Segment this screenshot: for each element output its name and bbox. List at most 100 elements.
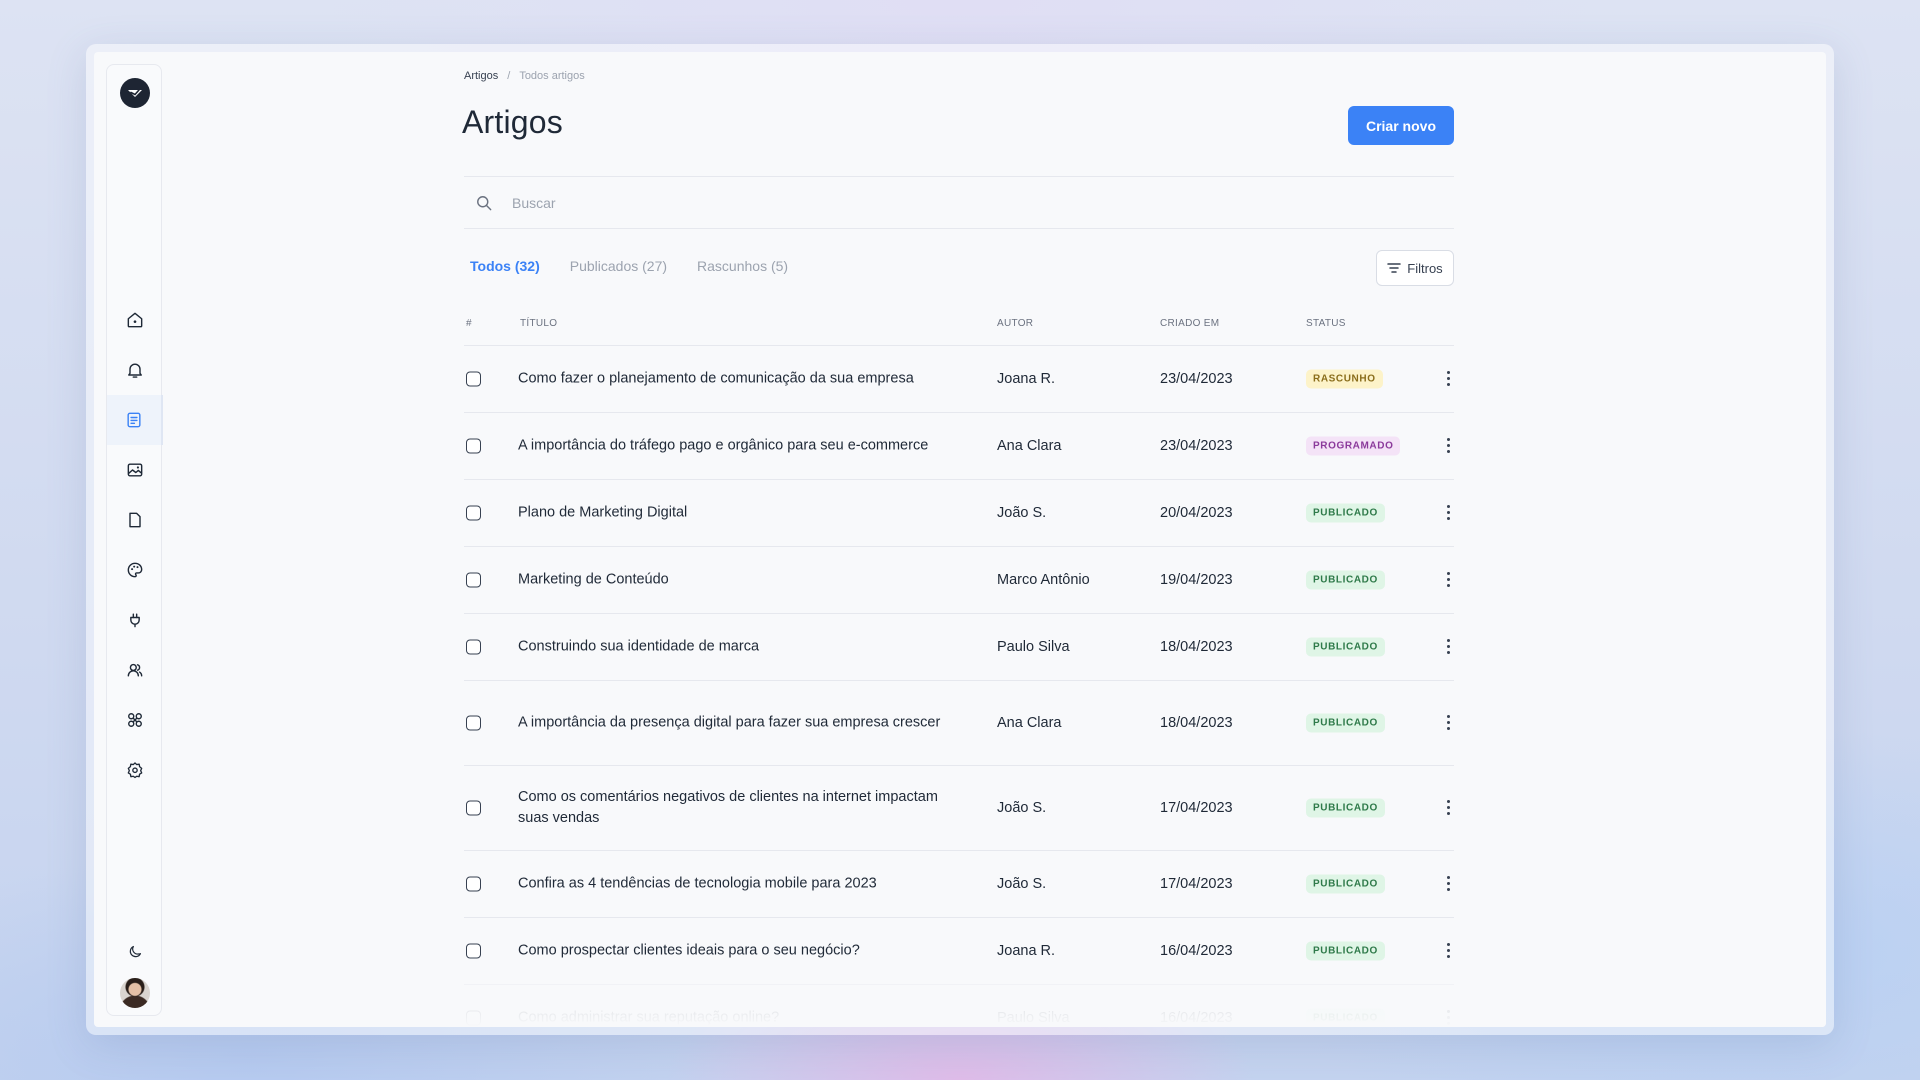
table-row[interactable]: Como administrar sua reputação online? P… bbox=[464, 985, 1454, 1027]
more-options-icon[interactable] bbox=[1446, 639, 1450, 655]
search-icon bbox=[477, 195, 492, 210]
filter-icon bbox=[1387, 263, 1402, 273]
status-badge: PROGRAMADO bbox=[1306, 436, 1401, 456]
row-title[interactable]: Confira as 4 tendências de tecnologia mo… bbox=[518, 874, 958, 895]
sidebar-item-home[interactable] bbox=[107, 295, 163, 345]
sidebar-item-media[interactable] bbox=[107, 445, 163, 495]
sidebar-item-pages[interactable] bbox=[107, 495, 163, 545]
row-title[interactable]: A importância do tráfego pago e orgânico… bbox=[518, 436, 958, 457]
users-icon bbox=[127, 663, 143, 677]
row-author: João S. bbox=[997, 876, 1047, 892]
filters-button[interactable]: Filtros bbox=[1376, 250, 1454, 286]
breadcrumb-root[interactable]: Artigos bbox=[464, 70, 498, 82]
status-badge: PUBLICADO bbox=[1306, 713, 1385, 733]
table-row[interactable]: Construindo sua identidade de marca Paul… bbox=[464, 614, 1454, 681]
more-options-icon[interactable] bbox=[1446, 505, 1450, 521]
status-badge: PUBLICADO bbox=[1306, 503, 1385, 523]
sidebar-item-tools[interactable] bbox=[107, 695, 163, 745]
sidebar-item-users[interactable] bbox=[107, 645, 163, 695]
row-date: 19/04/2023 bbox=[1160, 572, 1233, 588]
theme-toggle[interactable] bbox=[107, 933, 163, 969]
header-status[interactable]: STATUS bbox=[1306, 318, 1346, 329]
row-checkbox[interactable] bbox=[466, 1010, 481, 1026]
row-date: 17/04/2023 bbox=[1160, 800, 1233, 816]
row-date: 18/04/2023 bbox=[1160, 715, 1233, 731]
header-created[interactable]: CRIADO EM bbox=[1160, 318, 1219, 329]
sidebar-item-notifications[interactable] bbox=[107, 345, 163, 395]
row-author: Paulo Silva bbox=[997, 1010, 1070, 1026]
moon-icon bbox=[129, 945, 141, 957]
logo[interactable] bbox=[120, 78, 150, 108]
status-badge: PUBLICADO bbox=[1306, 570, 1385, 590]
row-title[interactable]: Plano de Marketing Digital bbox=[518, 503, 958, 524]
table-row[interactable]: Marketing de Conteúdo Marco Antônio 19/0… bbox=[464, 547, 1454, 614]
tools-icon bbox=[128, 713, 142, 727]
row-checkbox[interactable] bbox=[466, 639, 481, 655]
sidebar-item-settings[interactable] bbox=[107, 745, 163, 795]
table-row[interactable]: A importância da presença digital para f… bbox=[464, 681, 1454, 766]
row-title[interactable]: Como prospectar clientes ideais para o s… bbox=[518, 941, 958, 962]
more-options-icon[interactable] bbox=[1446, 371, 1450, 387]
row-date: 18/04/2023 bbox=[1160, 639, 1233, 655]
header-title[interactable]: TÍTULO bbox=[520, 318, 557, 329]
table-row[interactable]: A importância do tráfego pago e orgânico… bbox=[464, 413, 1454, 480]
tab-drafts[interactable]: Rascunhos (5) bbox=[697, 258, 788, 274]
tabs: Todos (32) Publicados (27) Rascunhos (5) bbox=[470, 258, 788, 274]
table-row[interactable]: Como fazer o planejamento de comunicação… bbox=[464, 346, 1454, 413]
more-options-icon[interactable] bbox=[1446, 1010, 1450, 1026]
app-window: Artigos / Todos artigos Artigos Criar no… bbox=[94, 52, 1826, 1027]
row-date: 16/04/2023 bbox=[1160, 1010, 1233, 1026]
row-title[interactable]: Marketing de Conteúdo bbox=[518, 570, 958, 591]
tab-published[interactable]: Publicados (27) bbox=[570, 258, 667, 274]
row-title[interactable]: Construindo sua identidade de marca bbox=[518, 637, 958, 658]
row-date: 20/04/2023 bbox=[1160, 505, 1233, 521]
row-author: Marco Antônio bbox=[997, 572, 1090, 588]
articles-icon bbox=[127, 412, 141, 428]
search-input[interactable] bbox=[512, 194, 1012, 211]
tab-all[interactable]: Todos (32) bbox=[470, 258, 540, 274]
row-title[interactable]: Como administrar sua reputação online? bbox=[518, 1008, 958, 1028]
table-row[interactable]: Como prospectar clientes ideais para o s… bbox=[464, 918, 1454, 985]
row-checkbox[interactable] bbox=[466, 371, 481, 387]
row-author: João S. bbox=[997, 505, 1047, 521]
more-options-icon[interactable] bbox=[1446, 876, 1450, 892]
row-title[interactable]: Como os comentários negativos de cliente… bbox=[518, 787, 958, 829]
more-options-icon[interactable] bbox=[1446, 943, 1450, 959]
row-title[interactable]: A importância da presença digital para f… bbox=[518, 713, 958, 734]
more-options-icon[interactable] bbox=[1446, 572, 1450, 588]
header-author[interactable]: AUTOR bbox=[997, 318, 1033, 329]
more-options-icon[interactable] bbox=[1446, 715, 1450, 731]
avatar[interactable] bbox=[120, 978, 150, 1008]
status-badge: PUBLICADO bbox=[1306, 874, 1385, 894]
row-checkbox[interactable] bbox=[466, 572, 481, 588]
media-icon bbox=[127, 463, 143, 477]
page-icon bbox=[129, 512, 141, 528]
status-badge: PUBLICADO bbox=[1306, 941, 1385, 961]
sidebar-item-articles[interactable] bbox=[107, 395, 163, 445]
row-author: Joana R. bbox=[997, 371, 1056, 387]
header-index: # bbox=[466, 318, 472, 329]
create-new-button[interactable]: Criar novo bbox=[1348, 106, 1454, 145]
row-checkbox[interactable] bbox=[466, 438, 481, 454]
row-date: 17/04/2023 bbox=[1160, 876, 1233, 892]
row-checkbox[interactable] bbox=[466, 943, 481, 959]
row-date: 23/04/2023 bbox=[1160, 438, 1233, 454]
table-row[interactable]: Como os comentários negativos de cliente… bbox=[464, 766, 1454, 851]
table-row[interactable]: Confira as 4 tendências de tecnologia mo… bbox=[464, 851, 1454, 918]
breadcrumb: Artigos / Todos artigos bbox=[464, 70, 585, 82]
sidebar bbox=[106, 64, 163, 1016]
row-checkbox[interactable] bbox=[466, 800, 481, 816]
row-title[interactable]: Como fazer o planejamento de comunicação… bbox=[518, 369, 958, 390]
sidebar-item-appearance[interactable] bbox=[107, 545, 163, 595]
row-date: 16/04/2023 bbox=[1160, 943, 1233, 959]
row-date: 23/04/2023 bbox=[1160, 371, 1233, 387]
table-row[interactable]: Plano de Marketing Digital João S. 20/04… bbox=[464, 480, 1454, 547]
more-options-icon[interactable] bbox=[1446, 438, 1450, 454]
row-checkbox[interactable] bbox=[466, 715, 481, 731]
page-title: Artigos bbox=[462, 104, 563, 140]
row-checkbox[interactable] bbox=[466, 505, 481, 521]
row-checkbox[interactable] bbox=[466, 876, 481, 892]
more-options-icon[interactable] bbox=[1446, 800, 1450, 816]
sidebar-item-plugins[interactable] bbox=[107, 595, 163, 645]
palette-icon bbox=[127, 562, 143, 578]
